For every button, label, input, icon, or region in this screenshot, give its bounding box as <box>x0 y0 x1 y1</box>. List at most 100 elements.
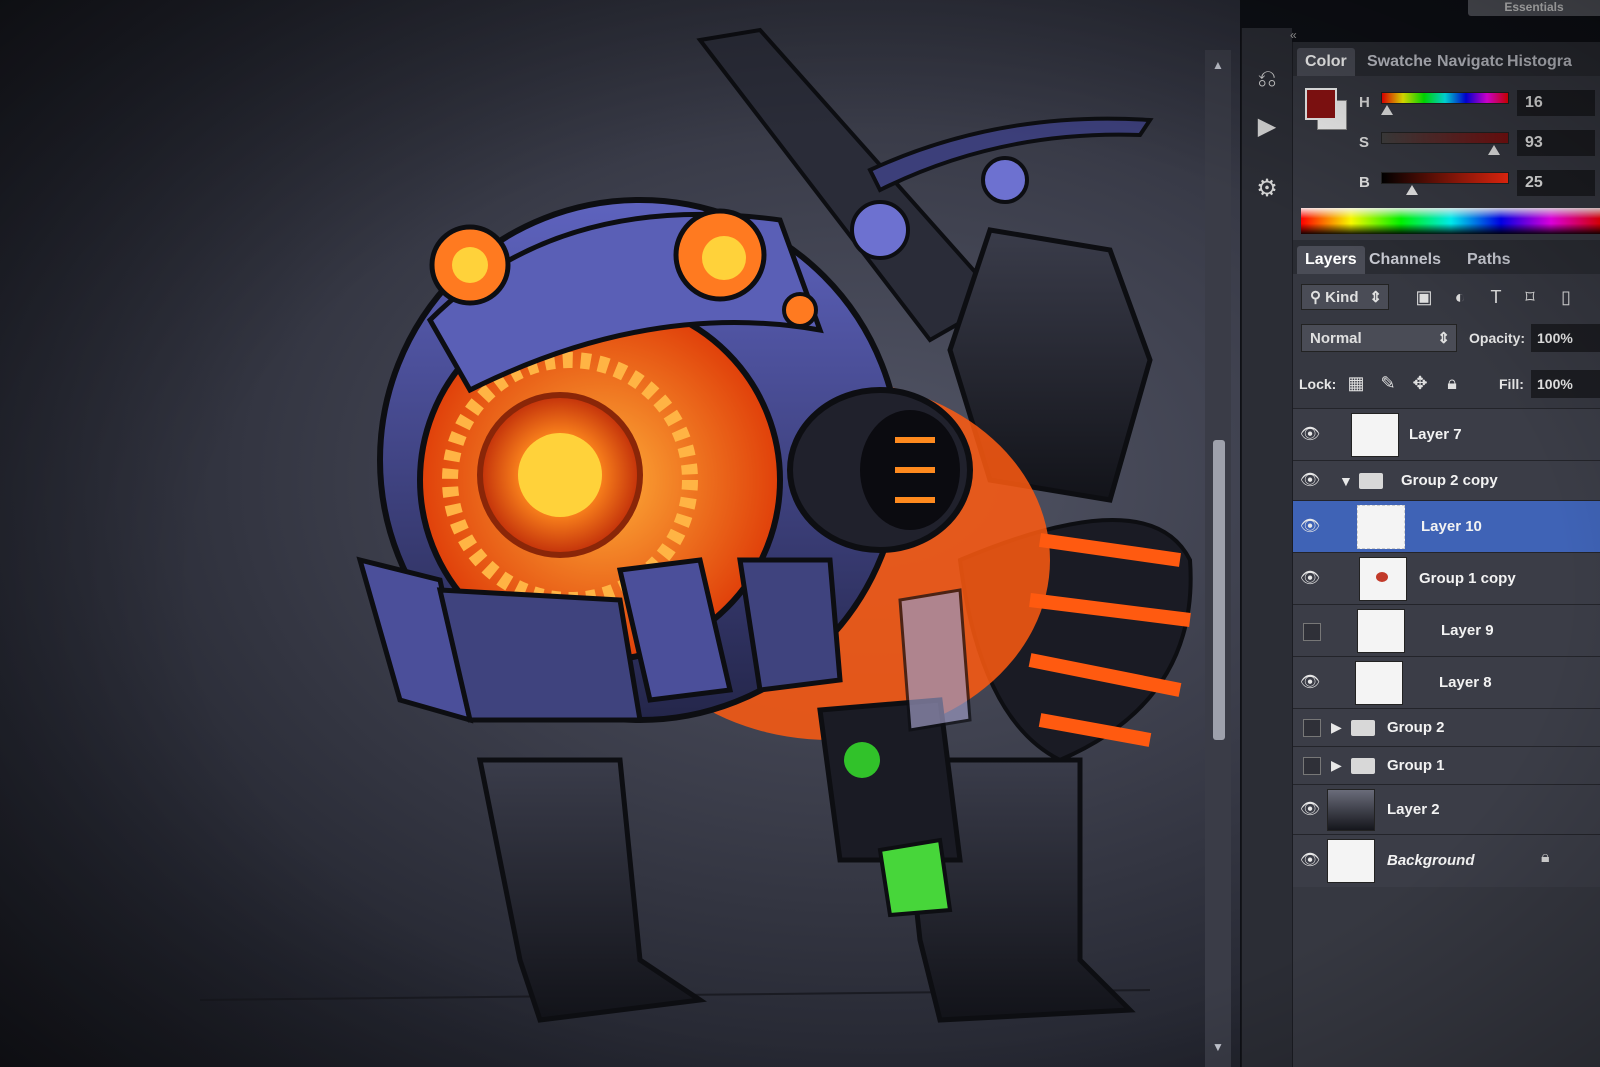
layer-thumbnail <box>1327 839 1375 883</box>
hue-slider[interactable] <box>1380 92 1509 115</box>
history-icon[interactable]: ⎌ <box>1254 66 1280 92</box>
document-canvas[interactable] <box>0 0 1240 1067</box>
layer-thumbnail <box>1355 661 1403 705</box>
layer-thumbnail <box>1351 413 1399 457</box>
blend-mode-label: Normal <box>1310 330 1362 347</box>
type-layer-filter-icon[interactable]: T <box>1485 286 1507 308</box>
layer-name: Group 2 <box>1387 719 1445 736</box>
visibility-off-box[interactable] <box>1303 757 1321 775</box>
layer-row[interactable]: 👁︎ Group 1 copy <box>1293 552 1600 605</box>
layer-name: Group 1 copy <box>1419 570 1516 587</box>
canvas-vertical-scrollbar[interactable]: ▲ ▼ <box>1205 50 1231 1067</box>
lock-icon: 🔒︎ <box>1541 849 1550 866</box>
layer-row[interactable]: 👁︎ Layer 7 <box>1293 408 1600 461</box>
folder-icon <box>1351 720 1375 736</box>
opacity-field[interactable]: 100% <box>1531 324 1600 352</box>
saturation-label: S <box>1359 134 1370 151</box>
eye-visibility-icon[interactable]: 👁︎ <box>1299 470 1321 492</box>
scroll-down-arrow-icon[interactable]: ▼ <box>1212 1040 1224 1054</box>
saturation-value-field[interactable]: 93 <box>1517 130 1595 156</box>
layer-thumbnail <box>1357 609 1405 653</box>
layer-name: Group 2 copy <box>1401 472 1498 489</box>
shape-layer-filter-icon[interactable]: ⌑ <box>1519 286 1541 308</box>
eye-visibility-icon[interactable]: 👁︎ <box>1299 850 1321 872</box>
layer-group-row[interactable]: ▶ Group 1 <box>1293 746 1600 785</box>
lock-transparent-pixels-icon[interactable]: ▦ <box>1345 372 1367 394</box>
expand-triangle-down-icon[interactable]: ▼ <box>1339 473 1353 489</box>
visibility-off-box[interactable] <box>1303 623 1321 641</box>
layer-group-row[interactable]: ▶ Group 2 <box>1293 708 1600 747</box>
layer-thumbnail <box>1357 505 1405 549</box>
layer-name: Layer 7 <box>1409 426 1462 443</box>
pixel-layer-filter-icon[interactable]: ▣ <box>1413 286 1435 308</box>
select-arrows-icon: ⇕ <box>1369 289 1382 306</box>
layer-row[interactable]: 👁︎ Layer 2 <box>1293 784 1600 835</box>
lock-image-pixels-icon[interactable]: ✎ <box>1377 372 1399 394</box>
blend-mode-select[interactable]: Normal ⇕ <box>1301 324 1457 352</box>
expand-triangle-right-icon[interactable]: ▶ <box>1331 757 1342 774</box>
adjustment-layer-filter-icon[interactable]: ◐ <box>1449 286 1471 308</box>
tab-swatches[interactable]: Swatche <box>1359 48 1440 76</box>
tab-color[interactable]: Color <box>1297 48 1355 76</box>
eye-visibility-icon[interactable]: 👁︎ <box>1299 799 1321 821</box>
layer-filter-row: ⚲ Kind ⇕ ▣ ◐ T ⌑ ▯ <box>1293 274 1600 318</box>
eye-visibility-icon[interactable]: 👁︎ <box>1299 568 1321 590</box>
lock-all-icon[interactable]: 🔒︎ <box>1441 372 1463 394</box>
lock-label: Lock: <box>1299 376 1337 392</box>
tab-paths[interactable]: Paths <box>1459 246 1519 274</box>
lock-position-icon[interactable]: ✥ <box>1409 372 1431 394</box>
smart-object-filter-icon[interactable]: ▯ <box>1555 286 1577 308</box>
robot-artwork <box>199 27 1193 1023</box>
saturation-slider-knob[interactable] <box>1487 145 1500 155</box>
fill-field[interactable]: 100% <box>1531 370 1600 398</box>
tab-layers[interactable]: Layers <box>1297 246 1365 274</box>
layers-panel-tabs: Layers Channels Paths <box>1293 240 1600 274</box>
panel-dock: ⎌ ▶ ⚙ <box>1241 28 1292 1067</box>
fill-label: Fill: <box>1499 376 1524 392</box>
color-spectrum-ramp[interactable] <box>1301 208 1600 234</box>
folder-icon <box>1351 758 1375 774</box>
layer-name: Layer 2 <box>1387 801 1440 818</box>
layer-group-row[interactable]: 👁︎ ▼ Group 2 copy <box>1293 460 1600 501</box>
eye-visibility-icon[interactable]: 👁︎ <box>1299 672 1321 694</box>
collapse-panels-icon[interactable]: « <box>1290 28 1297 42</box>
hue-slider-knob[interactable] <box>1380 105 1393 115</box>
folder-icon <box>1359 473 1383 489</box>
select-arrows-icon: ⇕ <box>1437 330 1450 347</box>
eye-visibility-icon[interactable]: 👁︎ <box>1299 516 1321 538</box>
layer-row-selected[interactable]: 👁︎ Layer 10 <box>1293 500 1600 553</box>
layer-name: Layer 8 <box>1439 674 1492 691</box>
search-icon: ⚲ <box>1310 289 1326 306</box>
layer-name: Group 1 <box>1387 757 1445 774</box>
layer-row-background[interactable]: 👁︎ Background 🔒︎ <box>1293 834 1600 887</box>
color-panel-tabs: Color Swatche Navigatc Histogra <box>1293 42 1600 76</box>
filter-kind-select[interactable]: ⚲ Kind ⇕ <box>1301 284 1389 310</box>
layer-row[interactable]: Layer 9 <box>1293 604 1600 657</box>
properties-icon[interactable]: ⚙ <box>1254 176 1280 202</box>
expand-triangle-right-icon[interactable]: ▶ <box>1331 719 1342 736</box>
workspace-switcher[interactable]: Essentials <box>1468 0 1600 16</box>
layer-thumbnail <box>1359 557 1407 601</box>
eye-visibility-icon[interactable]: 👁︎ <box>1299 424 1321 446</box>
right-panel: Color Swatche Navigatc Histogra H 16 S 9… <box>1292 42 1600 1067</box>
filter-kind-label: Kind <box>1325 289 1359 306</box>
layer-row[interactable]: 👁︎ Layer 8 <box>1293 656 1600 709</box>
layer-name: Layer 10 <box>1421 518 1482 535</box>
layer-name: Background <box>1387 852 1475 869</box>
opacity-label: Opacity: <box>1469 330 1526 346</box>
scrollbar-thumb[interactable] <box>1213 440 1225 740</box>
saturation-slider[interactable] <box>1381 132 1509 155</box>
tab-histogram[interactable]: Histogra <box>1499 48 1580 76</box>
tab-channels[interactable]: Channels <box>1361 246 1449 274</box>
layer-thumbnail <box>1327 789 1375 831</box>
foreground-color-swatch[interactable] <box>1305 88 1337 120</box>
play-action-icon[interactable]: ▶ <box>1254 114 1280 140</box>
hue-value-field[interactable]: 16 <box>1517 90 1595 116</box>
brightness-slider[interactable] <box>1381 172 1509 195</box>
visibility-off-box[interactable] <box>1303 719 1321 737</box>
brightness-value-field[interactable]: 25 <box>1517 170 1595 196</box>
brightness-slider-knob[interactable] <box>1406 185 1418 195</box>
scroll-up-arrow-icon[interactable]: ▲ <box>1212 58 1224 72</box>
layer-name: Layer 9 <box>1441 622 1494 639</box>
brightness-label: B <box>1359 174 1370 191</box>
